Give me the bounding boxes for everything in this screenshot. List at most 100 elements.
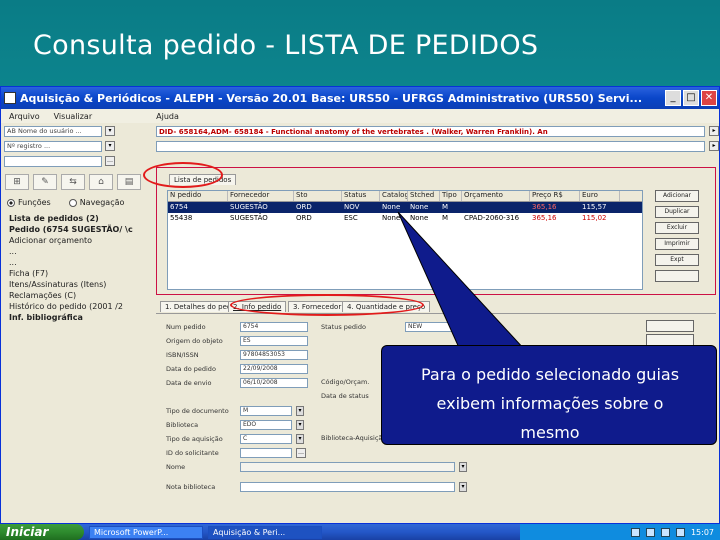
record-did-bar: DID- 658164,ADM- 658184 - Functional ana… <box>156 125 705 137</box>
tree-item[interactable]: Ficha (F7) <box>9 268 151 279</box>
field-label: Num pedido <box>166 323 206 331</box>
col-header[interactable]: Sto <box>294 191 342 201</box>
print-button[interactable]: Imprimir <box>655 238 699 250</box>
record-arrow-2[interactable]: ▸ <box>709 141 719 151</box>
callout-box: Para o pedido selecionado guias exibem i… <box>381 345 717 445</box>
library-field[interactable]: EDO <box>240 420 292 430</box>
start-button[interactable]: Iniciar <box>0 524 84 540</box>
window-title: Aquisição & Periódicos - ALEPH - Versão … <box>20 91 642 105</box>
base-select[interactable]: AB Nome do usuário ... <box>4 125 102 137</box>
radio-navigation[interactable]: Navegação <box>68 198 124 207</box>
menu-arquivo[interactable]: Arquivo <box>9 112 40 121</box>
tool-icon-1[interactable]: ⊞ <box>5 174 29 190</box>
tree-item[interactable]: Reclamações (C) <box>9 290 151 301</box>
col-header[interactable]: Catalog <box>380 191 408 201</box>
field-label: Nome <box>166 463 186 471</box>
tray-icon[interactable] <box>645 527 655 537</box>
export-button[interactable]: Expt <box>655 254 699 266</box>
delete-button[interactable]: Excluir <box>655 222 699 234</box>
chevron-down-icon[interactable]: ▾ <box>296 434 304 444</box>
left-toolbar: ⊞ ✎ ⇆ ⌂ ▤ <box>1 174 151 190</box>
base-select-arrow[interactable]: ▾ <box>105 126 115 136</box>
col-header[interactable]: Orçamento <box>462 191 530 201</box>
tree-item[interactable]: ... <box>9 257 151 268</box>
isbn-field[interactable]: 97804853053 <box>240 350 308 360</box>
record-arrow[interactable]: ▸ <box>709 126 719 136</box>
field-label: Biblioteca <box>166 421 199 429</box>
menu-ajuda[interactable]: Ajuda <box>156 112 179 121</box>
chevron-down-icon[interactable]: ▾ <box>296 406 304 416</box>
window-titlebar: Aquisição & Periódicos - ALEPH - Versão … <box>1 87 719 109</box>
taskbar-item-aleph[interactable]: Aquisição & Peri... <box>208 525 322 539</box>
requester-id-field[interactable] <box>240 448 292 458</box>
doc-type-field[interactable]: M <box>240 406 292 416</box>
tool-icon-3[interactable]: ⇆ <box>61 174 85 190</box>
blank-button[interactable] <box>655 270 699 282</box>
field-label: Tipo de documento <box>166 407 229 415</box>
status-field[interactable]: NEW <box>405 322 465 332</box>
tree-item[interactable]: Adicionar orçamento <box>9 235 151 246</box>
acq-type-field[interactable]: C <box>240 434 292 444</box>
tool-icon-5[interactable]: ▤ <box>117 174 141 190</box>
tree-item[interactable]: Lista de pedidos (2) <box>9 213 151 224</box>
tree-item[interactable]: Inf. bibliográfica <box>9 312 151 323</box>
menu-visualizar[interactable]: Visualizar <box>54 112 93 121</box>
slide-title: Consulta pedido - LISTA DE PEDIDOS <box>33 30 539 61</box>
scroll-arrow-icon[interactable]: ▾ <box>459 482 467 492</box>
field-label: ISBN/ISSN <box>166 351 199 359</box>
clock: 15:07 <box>690 527 714 537</box>
maximize-icon[interactable]: □ <box>683 90 699 106</box>
app-icon <box>4 92 16 104</box>
add-button[interactable]: Adicionar <box>655 190 699 202</box>
radio-functions[interactable]: Funções <box>7 198 51 207</box>
field-label: Data de envio <box>166 379 212 387</box>
col-header[interactable]: Euro <box>580 191 620 201</box>
function-tree: Lista de pedidos (2) Pedido (6754 SUGEST… <box>1 213 151 323</box>
radio-on-icon <box>7 198 15 207</box>
col-header[interactable]: Stched <box>408 191 440 201</box>
duplicate-button[interactable]: Duplicar <box>655 206 699 218</box>
table-row[interactable]: 6754 SUGESTÃO ORD NOV None None M 365,16… <box>168 202 642 213</box>
refresh-button[interactable] <box>646 320 694 332</box>
col-header[interactable]: N pedido <box>168 191 228 201</box>
field-label: Origem do objeto <box>166 337 223 345</box>
requester-lookup-button[interactable]: … <box>296 448 306 458</box>
record-select[interactable]: Nº registro ... <box>4 140 102 152</box>
taskbar-item-powerpoint[interactable]: Microsoft PowerP... <box>89 525 203 539</box>
search-field[interactable] <box>4 155 102 167</box>
minimize-icon[interactable]: _ <box>665 90 681 106</box>
order-table-header: N pedido Fornecedor Sto Status Catalog S… <box>168 191 642 202</box>
tool-icon-2[interactable]: ✎ <box>33 174 57 190</box>
callout-line: Para o pedido selecionado guias <box>420 365 680 384</box>
order-number-field[interactable]: 6754 <box>240 322 308 332</box>
callout-line: exibem informações sobre o <box>436 394 664 413</box>
tree-item[interactable]: ... <box>9 246 151 257</box>
tool-icon-4[interactable]: ⌂ <box>89 174 113 190</box>
close-icon[interactable]: ✕ <box>701 90 717 106</box>
tray-icon[interactable] <box>660 527 670 537</box>
search-dots-button[interactable]: … <box>105 156 115 166</box>
tree-item[interactable]: Histórico do pedido (2001 /2 <box>9 301 151 312</box>
tree-item[interactable]: Itens/Assinaturas (Itens) <box>9 279 151 290</box>
order-date-field[interactable]: 22/09/2008 <box>240 364 308 374</box>
table-row[interactable]: 55438 SUGESTÃO ORD ESC None None M CPAD-… <box>168 213 642 224</box>
record-select-arrow[interactable]: ▾ <box>105 141 115 151</box>
name-field[interactable] <box>240 462 455 472</box>
col-header[interactable]: Tipo <box>440 191 462 201</box>
system-tray: 15:07 <box>520 524 720 540</box>
field-label: Status pedido <box>321 323 366 331</box>
tray-icon[interactable] <box>675 527 685 537</box>
taskbar: Iniciar Microsoft PowerP... Aquisição & … <box>0 524 720 540</box>
col-header[interactable]: Preço R$ <box>530 191 580 201</box>
scroll-arrow-icon[interactable]: ▾ <box>459 462 467 472</box>
highlight-oval-list-tab <box>143 162 223 188</box>
send-date-field[interactable]: 06/10/2008 <box>240 378 308 388</box>
library-note-field[interactable] <box>240 482 455 492</box>
highlight-oval-detail-tabs <box>230 294 424 316</box>
col-header[interactable]: Status <box>342 191 380 201</box>
col-header[interactable]: Fornecedor <box>228 191 294 201</box>
tray-icon[interactable] <box>630 527 640 537</box>
chevron-down-icon[interactable]: ▾ <box>296 420 304 430</box>
tree-item[interactable]: Pedido (6754 SUGESTÃO/ \c <box>9 224 151 235</box>
origin-field[interactable]: ES <box>240 336 308 346</box>
